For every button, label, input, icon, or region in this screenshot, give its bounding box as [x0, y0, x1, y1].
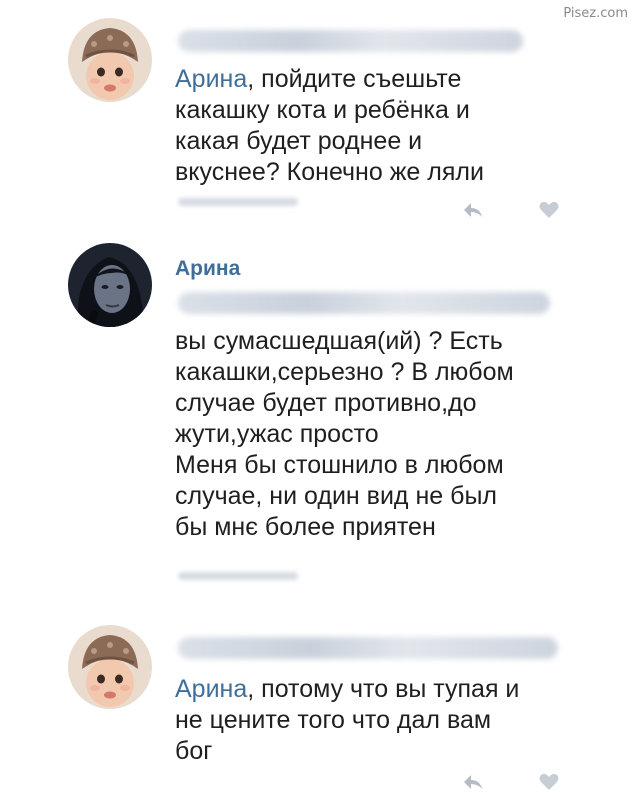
like-icon[interactable] [538, 772, 560, 792]
comment-text: Арина, потому что вы тупая и не цените т… [175, 674, 595, 767]
like-icon[interactable] [538, 200, 560, 220]
mention-link[interactable]: Арина [175, 675, 247, 703]
watermark: Pisez.com [563, 6, 628, 21]
girl-avatar-icon-graphic [68, 243, 152, 327]
mention-link[interactable]: Арина [175, 65, 247, 93]
baby-avatar-icon-graphic [68, 18, 152, 102]
blurred-author-name [178, 30, 523, 52]
reply-icon[interactable] [462, 772, 484, 792]
blurred-timestamp [178, 572, 298, 580]
reply-icon[interactable] [462, 200, 484, 220]
blurred-author-name [178, 637, 558, 659]
baby-avatar-icon[interactable] [68, 625, 152, 709]
baby-avatar-icon-graphic [68, 625, 152, 709]
comment-text: вы сумасшедшая(ий) ? Есть какашки,серьез… [175, 327, 514, 541]
comment-author[interactable]: Арина [175, 257, 240, 281]
blurred-timestamp [178, 198, 298, 206]
comment-text: Арина, пойдите съешьте какашку кота и ре… [175, 64, 595, 188]
baby-avatar-icon[interactable] [68, 18, 152, 102]
blurred-reply-header [178, 292, 550, 314]
girl-avatar-icon[interactable] [68, 243, 152, 327]
